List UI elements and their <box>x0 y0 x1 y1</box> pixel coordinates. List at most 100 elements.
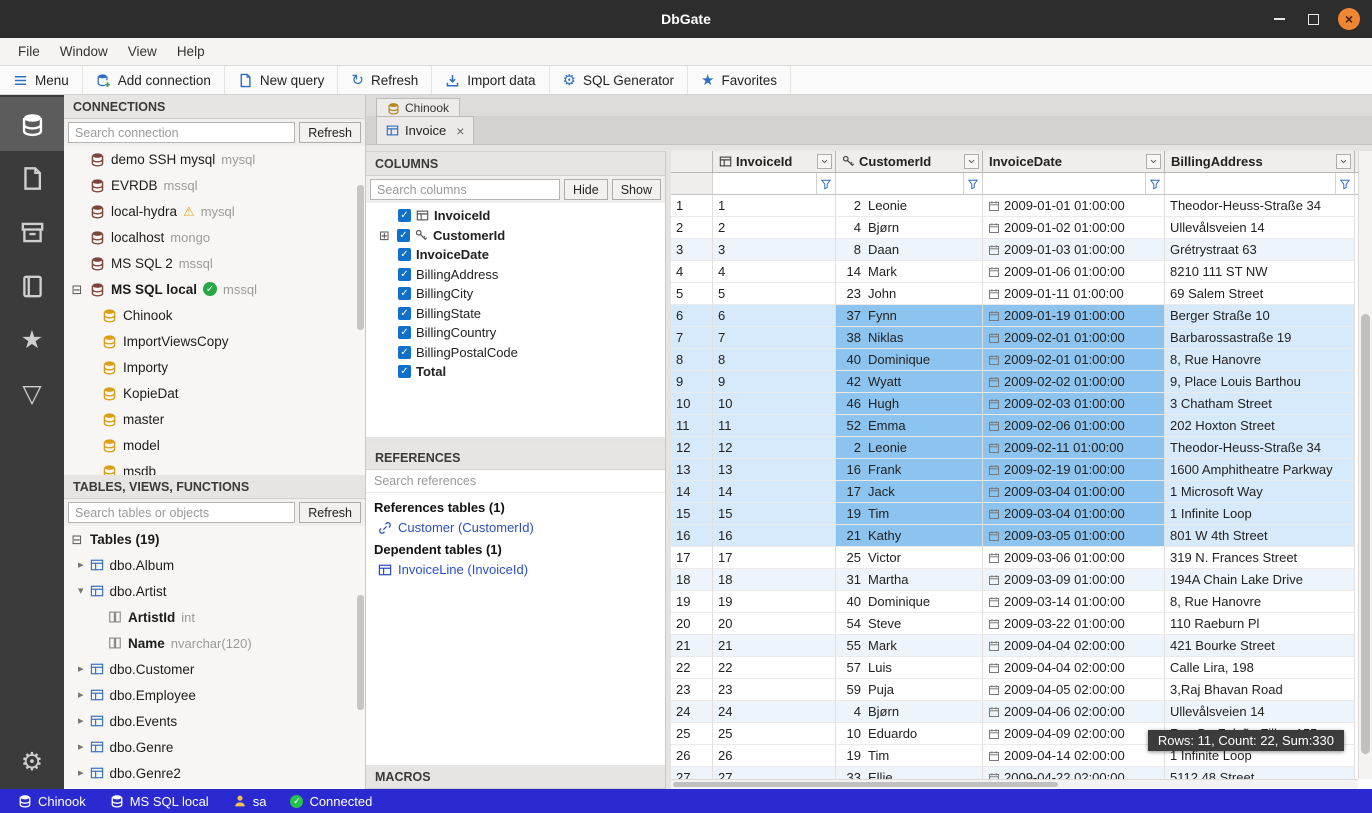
cell-customerid[interactable]: 25Victor <box>836 547 983 569</box>
cell-invoicedate[interactable]: 2009-04-04 02:00:00 <box>983 657 1165 679</box>
cell-invoiceid[interactable]: 2 <box>713 217 836 239</box>
table-item-dbo-genre2[interactable]: ▸dbo.Genre2 <box>64 760 365 786</box>
cell-billingaddress[interactable]: Theodor-Heuss-Straße 34 <box>1165 195 1355 217</box>
cell-billingaddress[interactable]: 8, Rue Hanovre <box>1165 349 1355 371</box>
chevron-right-icon[interactable]: ▸ <box>78 560 84 571</box>
filter-button[interactable] <box>816 173 835 194</box>
row-number-cell[interactable]: 17 <box>671 547 713 569</box>
activity-history[interactable] <box>0 259 64 313</box>
cell-billingaddress[interactable]: 110 Raeburn Pl <box>1165 613 1355 635</box>
activity-favorites[interactable]: ★ <box>0 313 64 367</box>
cell-billingaddress[interactable]: 319 N. Frances Street <box>1165 547 1355 569</box>
cell-invoiceid[interactable]: 20 <box>713 613 836 635</box>
connection-ms-sql-2[interactable]: MS SQL 2mssql <box>64 250 365 276</box>
cell-invoiceid[interactable]: 23 <box>713 679 836 701</box>
cell-customerid[interactable]: 10Eduardo <box>836 723 983 745</box>
cell-billingaddress[interactable]: Calle Lira, 198 <box>1165 657 1355 679</box>
filter-input-customerid[interactable] <box>836 173 963 194</box>
cell-customerid[interactable]: 4Bjørn <box>836 217 983 239</box>
activity-archive[interactable] <box>0 205 64 259</box>
tab-invoice[interactable]: Invoice × <box>376 116 474 144</box>
cell-customerid[interactable]: 42Wyatt <box>836 371 983 393</box>
cell-invoicedate[interactable]: 2009-02-02 01:00:00 <box>983 371 1165 393</box>
cell-customerid[interactable]: 8Daan <box>836 239 983 261</box>
cell-invoicedate[interactable]: 2009-01-02 01:00:00 <box>983 217 1165 239</box>
toolbar-import-data[interactable]: Import data <box>432 66 549 94</box>
database-kopiedat[interactable]: KopieDat <box>64 380 365 406</box>
cell-invoicedate[interactable]: 2009-04-14 02:00:00 <box>983 745 1165 767</box>
cell-invoicedate[interactable]: 2009-03-06 01:00:00 <box>983 547 1165 569</box>
connection-search-input[interactable] <box>68 122 295 143</box>
cell-invoicedate[interactable]: 2009-03-22 01:00:00 <box>983 613 1165 635</box>
filter-button[interactable] <box>1145 173 1164 194</box>
menu-file[interactable]: File <box>8 44 50 59</box>
table-item-dbo-events[interactable]: ▸dbo.Events <box>64 708 365 734</box>
tables-group[interactable]: ⊟Tables (19) <box>64 526 365 552</box>
column-item-name[interactable]: Namenvarchar(120) <box>64 630 365 656</box>
row-number-cell[interactable]: 8 <box>671 349 713 371</box>
row-number-cell[interactable]: 25 <box>671 723 713 745</box>
filter-input-billingaddress[interactable] <box>1165 173 1335 194</box>
toolbar-refresh[interactable]: ↻Refresh <box>338 66 432 94</box>
column-toggle-billingcountry[interactable]: ✓BillingCountry <box>366 323 665 343</box>
column-toggle-invoicedate[interactable]: ✓InvoiceDate <box>366 245 665 265</box>
cell-customerid[interactable]: 19Tim <box>836 745 983 767</box>
row-number-cell[interactable]: 5 <box>671 283 713 305</box>
cell-billingaddress[interactable]: 8, Rue Hanovre <box>1165 591 1355 613</box>
cell-invoicedate[interactable]: 2009-03-04 01:00:00 <box>983 503 1165 525</box>
cell-customerid[interactable]: 52Emma <box>836 415 983 437</box>
cell-billingaddress[interactable]: 8210 111 ST NW <box>1165 261 1355 283</box>
cell-customerid[interactable]: 31Martha <box>836 569 983 591</box>
statusbar-user[interactable]: sa <box>221 794 279 809</box>
cell-invoicedate[interactable]: 2009-01-06 01:00:00 <box>983 261 1165 283</box>
cell-invoiceid[interactable]: 3 <box>713 239 836 261</box>
database-msdb[interactable]: msdb <box>64 458 365 475</box>
row-number-cell[interactable]: 23 <box>671 679 713 701</box>
column-toggle-billingstate[interactable]: ✓BillingState <box>366 304 665 324</box>
database-importviewscopy[interactable]: ImportViewsCopy <box>64 328 365 354</box>
cell-billingaddress[interactable]: Grétrystraat 63 <box>1165 239 1355 261</box>
cell-invoicedate[interactable]: 2009-04-05 02:00:00 <box>983 679 1165 701</box>
table-item-dbo-genre[interactable]: ▸dbo.Genre <box>64 734 365 760</box>
cell-billingaddress[interactable]: Theodor-Heuss-Straße 34 <box>1165 437 1355 459</box>
cell-billingaddress[interactable]: 3,Raj Bhavan Road <box>1165 679 1355 701</box>
column-toggle-customerid[interactable]: ⊞✓CustomerId <box>366 226 665 246</box>
columns-search-input[interactable] <box>370 179 560 200</box>
row-number-cell[interactable]: 6 <box>671 305 713 327</box>
collapse-icon[interactable]: ⊟ <box>70 533 84 546</box>
minimize-button[interactable] <box>1270 10 1288 28</box>
vertical-scrollbar[interactable] <box>1358 151 1372 779</box>
cell-invoicedate[interactable]: 2009-01-01 01:00:00 <box>983 195 1165 217</box>
database-chinook[interactable]: Chinook <box>64 302 365 328</box>
row-number-cell[interactable]: 11 <box>671 415 713 437</box>
toolbar-favorites[interactable]: ★Favorites <box>688 66 791 94</box>
connection-ms-sql-local[interactable]: ⊟MS SQL local✓mssql <box>64 276 365 302</box>
cell-invoiceid[interactable]: 26 <box>713 745 836 767</box>
column-checkbox[interactable]: ✓ <box>398 287 411 300</box>
cell-invoicedate[interactable]: 2009-03-04 01:00:00 <box>983 481 1165 503</box>
row-number-cell[interactable]: 3 <box>671 239 713 261</box>
toolbar-new-query[interactable]: New query <box>225 66 339 94</box>
row-number-cell[interactable]: 24 <box>671 701 713 723</box>
references-search-input[interactable] <box>366 470 665 493</box>
chevron-right-icon[interactable]: ▸ <box>78 664 84 675</box>
column-checkbox[interactable]: ✓ <box>398 307 411 320</box>
activity-filters[interactable]: ▽ <box>0 367 64 421</box>
cell-customerid[interactable]: 17Jack <box>836 481 983 503</box>
connection-local-hydra[interactable]: local-hydra⚠mysql <box>64 198 365 224</box>
cell-billingaddress[interactable]: 801 W 4th Street <box>1165 525 1355 547</box>
cell-invoiceid[interactable]: 7 <box>713 327 836 349</box>
row-number-cell[interactable]: 1 <box>671 195 713 217</box>
collapse-icon[interactable]: ⊟ <box>70 283 84 296</box>
cell-invoicedate[interactable]: 2009-02-01 01:00:00 <box>983 349 1165 371</box>
cell-invoiceid[interactable]: 10 <box>713 393 836 415</box>
hide-column-button[interactable]: Hide <box>564 179 608 200</box>
cell-invoiceid[interactable]: 8 <box>713 349 836 371</box>
cell-customerid[interactable]: 57Luis <box>836 657 983 679</box>
activity-settings[interactable]: ⚙ <box>0 735 64 789</box>
filter-button[interactable] <box>1335 173 1354 194</box>
statusbar-server[interactable]: MS SQL local <box>98 794 221 809</box>
table-item-dbo-employee[interactable]: ▸dbo.Employee <box>64 682 365 708</box>
row-number-cell[interactable]: 15 <box>671 503 713 525</box>
cell-customerid[interactable]: 37Fynn <box>836 305 983 327</box>
